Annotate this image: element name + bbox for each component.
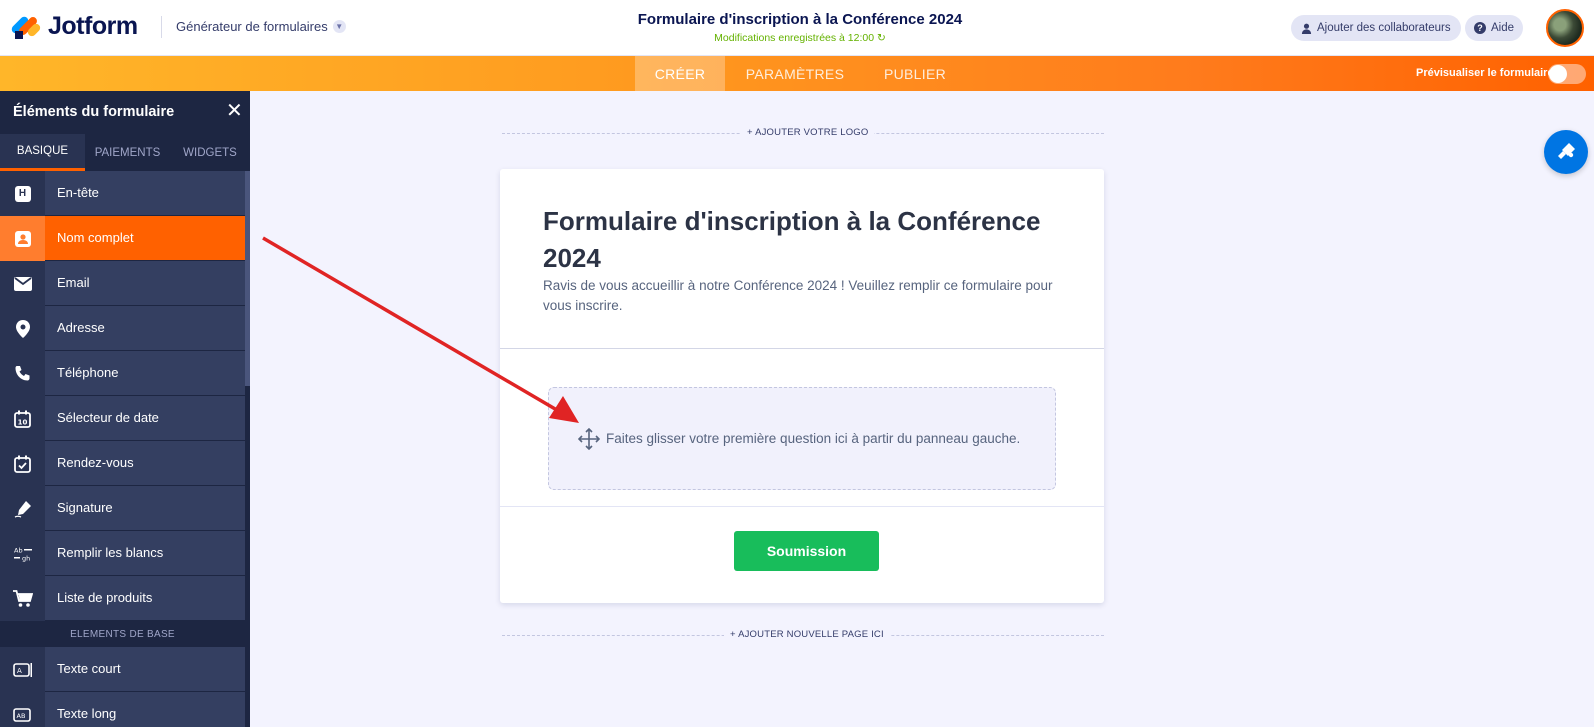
svg-text:gh: gh xyxy=(22,554,30,562)
element-label: Liste de produits xyxy=(57,590,153,605)
envelope-icon xyxy=(0,261,45,306)
builder-menu[interactable]: Générateur de formulaires ▼ xyxy=(176,19,346,34)
move-icon xyxy=(578,428,600,450)
svg-text:AB: AB xyxy=(16,712,25,720)
panel-scrollbar-thumb[interactable] xyxy=(245,171,250,386)
tab-widgets[interactable]: WIDGETS xyxy=(170,134,250,171)
question-drop-zone[interactable]: Faites glisser votre première question i… xyxy=(548,387,1056,490)
element-label: Nom complet xyxy=(57,230,134,245)
add-new-page-link[interactable]: + AJOUTER NOUVELLE PAGE ICI xyxy=(724,629,890,640)
element-fill-blanks[interactable]: Ab gh Remplir les blancs xyxy=(0,531,245,576)
short-text-icon: A xyxy=(0,647,45,692)
element-label: Email xyxy=(57,275,90,290)
panel-title: Éléments du formulaire xyxy=(13,104,175,120)
chevron-down-icon: ▼ xyxy=(332,20,346,33)
element-label: Remplir les blancs xyxy=(57,545,164,560)
element-phone[interactable]: Téléphone xyxy=(0,351,245,396)
header-separator xyxy=(500,348,1104,349)
element-label: Signature xyxy=(57,500,113,515)
builder-nav: CRÉER PARAMÈTRES PUBLIER Prévisualiser l… xyxy=(0,56,1594,91)
tab-basic[interactable]: BASIQUE xyxy=(0,134,85,171)
save-status-text: Modifications enregistrées à 12:00 xyxy=(714,32,875,44)
element-signature[interactable]: Signature xyxy=(0,486,245,531)
element-label: En-tête xyxy=(57,185,99,200)
form-title[interactable]: Formulaire d'inscription à la Conférence… xyxy=(560,11,1040,28)
save-status: Modifications enregistrées à 12:00 ↻ xyxy=(560,32,1040,44)
section-basic-elements: ELEMENTS DE BASE xyxy=(0,621,245,647)
panel-tabs: BASIQUE PAIEMENTS WIDGETS xyxy=(0,134,250,171)
header-divider xyxy=(161,16,162,38)
submit-separator xyxy=(500,506,1104,507)
logo-text: Jotform xyxy=(48,12,138,40)
builder-menu-label: Générateur de formulaires xyxy=(176,19,328,34)
drop-hint: Faites glisser votre première question i… xyxy=(606,431,1021,446)
heading-icon: H xyxy=(0,171,45,216)
preview-form-label: Prévisualiser le formulaire xyxy=(1416,67,1554,79)
cart-icon xyxy=(0,576,45,621)
tab-payments[interactable]: PAIEMENTS xyxy=(85,134,170,171)
help-label: Aide xyxy=(1491,22,1515,34)
element-appointment[interactable]: Rendez-vous xyxy=(0,441,245,486)
top-header: Jotform Générateur de formulaires ▼ Form… xyxy=(0,0,1594,56)
form-elements-panel: Éléments du formulaire ✕ BASIQUE PAIEMEN… xyxy=(0,91,250,727)
element-label: Rendez-vous xyxy=(57,455,134,470)
calendar-check-icon xyxy=(0,441,45,486)
element-long-text[interactable]: AB Texte long xyxy=(0,692,245,727)
form-designer-button[interactable] xyxy=(1544,130,1588,174)
element-label: Texte long xyxy=(57,706,117,721)
element-label: Adresse xyxy=(57,320,105,335)
svg-text:10: 10 xyxy=(18,418,28,426)
element-heading[interactable]: H En-tête xyxy=(0,171,245,216)
pen-icon xyxy=(0,486,45,531)
element-full-name[interactable]: Nom complet xyxy=(0,216,245,261)
preview-form-toggle[interactable] xyxy=(1548,64,1586,84)
panel-header: Éléments du formulaire ✕ xyxy=(0,91,250,134)
long-text-icon: AB xyxy=(0,692,45,727)
help-button[interactable]: ? Aide xyxy=(1465,15,1524,41)
map-pin-icon xyxy=(0,306,45,351)
close-icon[interactable]: ✕ xyxy=(226,101,243,121)
help-icon: ? xyxy=(1474,22,1486,34)
toggle-knob xyxy=(1549,65,1567,83)
element-list: H En-tête Nom complet Email Adresse Télé… xyxy=(0,171,245,727)
element-email[interactable]: Email xyxy=(0,261,245,306)
element-label: Téléphone xyxy=(57,365,119,380)
element-date-picker[interactable]: 10 Sélecteur de date xyxy=(0,396,245,441)
tab-settings[interactable]: PARAMÈTRES xyxy=(735,56,855,91)
add-collaborators-label: Ajouter des collaborateurs xyxy=(1317,22,1451,34)
submit-button[interactable]: Soumission xyxy=(734,531,879,571)
jotform-logo-icon xyxy=(10,13,42,41)
fill-blanks-icon: Ab gh xyxy=(0,531,45,576)
add-logo-link[interactable]: + AJOUTER VOTRE LOGO xyxy=(741,127,875,138)
form-card: Formulaire d'inscription à la Conférence… xyxy=(500,169,1104,603)
tab-create[interactable]: CRÉER xyxy=(635,56,725,91)
form-heading[interactable]: Formulaire d'inscription à la Conférence… xyxy=(543,203,1063,277)
svg-text:A: A xyxy=(17,667,22,675)
form-description[interactable]: Ravis de vous accueillir à notre Confére… xyxy=(543,276,1063,316)
element-address[interactable]: Adresse xyxy=(0,306,245,351)
element-label: Texte court xyxy=(57,661,121,676)
user-icon xyxy=(1301,23,1312,34)
element-product-list[interactable]: Liste de produits xyxy=(0,576,245,621)
jotform-logo[interactable]: Jotform xyxy=(10,12,138,41)
tab-publish[interactable]: PUBLIER xyxy=(875,56,955,91)
phone-icon xyxy=(0,351,45,396)
element-label: Sélecteur de date xyxy=(57,410,159,425)
add-collaborators-button[interactable]: Ajouter des collaborateurs xyxy=(1291,15,1461,41)
form-title-block: Formulaire d'inscription à la Conférence… xyxy=(560,11,1040,44)
element-short-text[interactable]: A Texte court xyxy=(0,647,245,692)
paint-roller-icon xyxy=(1558,143,1575,159)
calendar-icon: 10 xyxy=(0,396,45,441)
refresh-icon[interactable]: ↻ xyxy=(877,32,886,44)
svg-text:Ab: Ab xyxy=(14,546,23,554)
user-card-icon xyxy=(0,216,45,261)
avatar[interactable] xyxy=(1546,9,1584,47)
